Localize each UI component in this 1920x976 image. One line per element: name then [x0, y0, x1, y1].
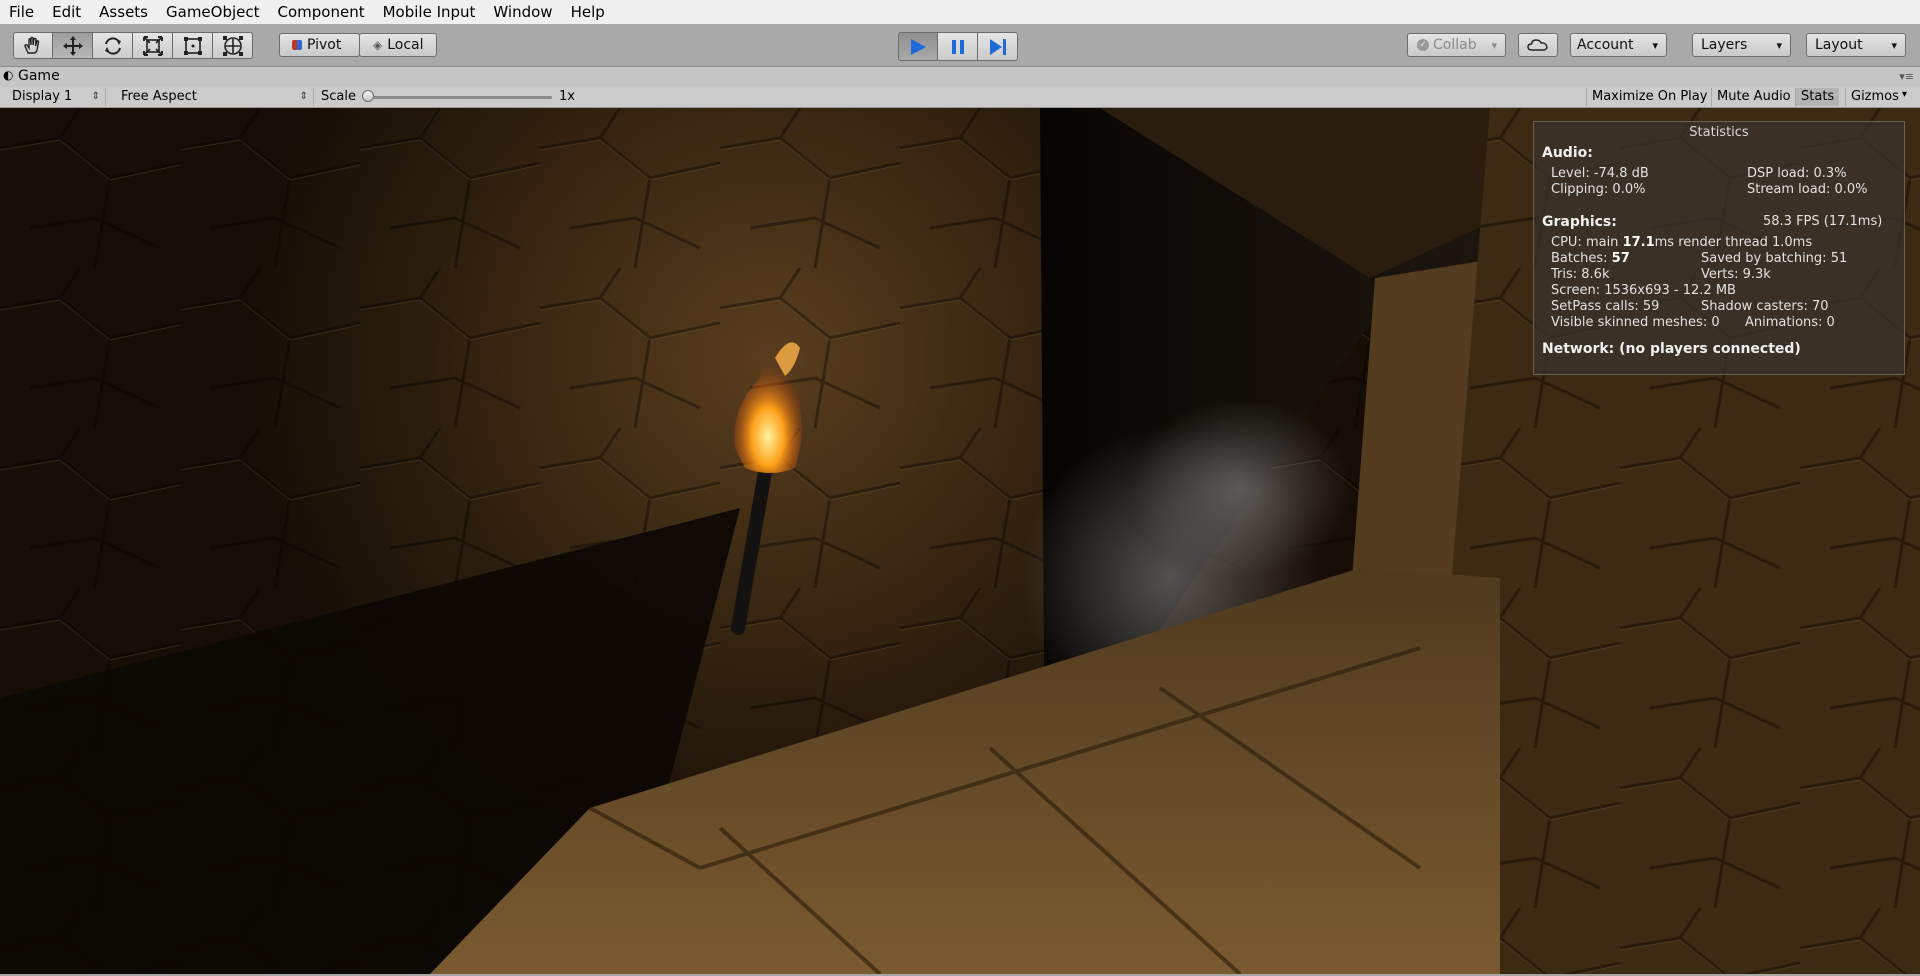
verts-readout: Verts: 9.3k	[1701, 267, 1771, 282]
menu-assets[interactable]: Assets	[90, 0, 157, 24]
scale-slider-track[interactable]	[368, 96, 552, 99]
hand-tool-icon	[24, 36, 40, 54]
menu-bar: File Edit Assets GameObject Component Mo…	[0, 0, 1920, 25]
cpu-prefix: CPU: main	[1551, 235, 1623, 250]
graphics-header: Graphics:	[1542, 214, 1617, 230]
tab-menu-icon[interactable]: ▾≡	[1899, 70, 1914, 83]
batches-readout: Batches: 57	[1551, 251, 1630, 266]
shadow-casters-readout: Shadow casters: 70	[1701, 299, 1829, 314]
mute-audio-toggle[interactable]: Mute Audio	[1711, 88, 1796, 106]
aspect-value: Free Aspect	[121, 89, 197, 104]
cpu-suffix: ms render thread 1.0ms	[1654, 235, 1813, 250]
audio-header: Audio:	[1542, 145, 1593, 161]
display-select[interactable]: Display 1 ⇕	[6, 88, 106, 106]
screen-readout: Screen: 1536x693 - 12.2 MB	[1551, 283, 1736, 298]
fps-readout: 58.3 FPS (17.1ms)	[1763, 214, 1883, 229]
game-tab-title[interactable]: Game	[18, 68, 60, 84]
layout-label: Layout	[1815, 37, 1863, 53]
scale-value: 1x	[559, 89, 575, 104]
play-button[interactable]	[898, 32, 938, 61]
rotate-tool-button[interactable]	[93, 32, 133, 59]
transform-tools	[13, 32, 253, 59]
display-select-arrow-icon: ⇕	[91, 91, 100, 102]
skinned-meshes-readout: Visible skinned meshes: 0	[1551, 315, 1720, 330]
menu-edit[interactable]: Edit	[43, 0, 90, 24]
account-dropdown[interactable]: Account	[1570, 33, 1667, 57]
rect-tool-button[interactable]	[173, 32, 213, 59]
stats-toggle[interactable]: Stats	[1795, 88, 1840, 106]
layout-dropdown[interactable]: Layout	[1806, 33, 1906, 57]
scale-label: Scale	[321, 89, 356, 104]
batches-value: 57	[1611, 251, 1630, 266]
pivot-icon	[292, 40, 302, 50]
statistics-title: Statistics	[1689, 125, 1749, 140]
network-readout: Network: (no players connected)	[1542, 341, 1801, 357]
cpu-main-value: 17.1	[1622, 235, 1655, 250]
local-icon: ◈	[373, 38, 383, 52]
collab-check-icon: ✓	[1417, 39, 1429, 51]
animations-readout: Animations: 0	[1745, 315, 1835, 330]
aspect-select[interactable]: Free Aspect ⇕	[115, 88, 314, 106]
batches-prefix: Batches:	[1551, 251, 1612, 266]
account-label: Account	[1577, 37, 1634, 53]
scale-tool-button[interactable]	[133, 32, 173, 59]
local-button[interactable]: ◈ Local	[359, 33, 437, 57]
display-value: Display 1	[12, 89, 73, 104]
menu-help[interactable]: Help	[562, 0, 614, 24]
game-tab-icon: ◐	[3, 68, 14, 82]
rotate-tool-icon	[104, 36, 121, 55]
layers-label: Layers	[1701, 37, 1748, 53]
local-label: Local	[387, 37, 424, 53]
game-view-toolbar: Display 1 ⇕ Free Aspect ⇕ Scale 1x Maxim…	[0, 87, 1920, 108]
move-tool-icon	[62, 35, 83, 56]
game-tab-header: ◐ Game ▾≡	[0, 67, 1920, 87]
transform-tool-button[interactable]	[213, 32, 253, 59]
tris-readout: Tris: 8.6k	[1551, 267, 1610, 282]
aspect-select-arrow-icon: ⇕	[299, 91, 308, 102]
step-icon	[989, 38, 1006, 55]
stream-load: Stream load: 0.0%	[1747, 182, 1868, 197]
collab-button[interactable]: ✓ Collab	[1407, 33, 1506, 57]
cpu-readout: CPU: main 17.1ms render thread 1.0ms	[1551, 235, 1812, 250]
game-viewport[interactable]: Statistics Audio: Level: -74.8 dB DSP lo…	[0, 108, 1920, 974]
transform-tool-icon	[222, 35, 243, 56]
menu-mobile-input[interactable]: Mobile Input	[374, 0, 485, 24]
menu-gameobject[interactable]: GameObject	[157, 0, 269, 24]
scale-slider-handle[interactable]	[362, 90, 374, 102]
playback-controls	[898, 32, 1018, 61]
menu-component[interactable]: Component	[269, 0, 374, 24]
audio-clipping: Clipping: 0.0%	[1551, 182, 1646, 197]
pivot-button[interactable]: Pivot	[279, 33, 360, 57]
menu-window[interactable]: Window	[484, 0, 561, 24]
pause-button[interactable]	[938, 32, 978, 61]
pivot-label: Pivot	[307, 37, 342, 53]
maximize-on-play-toggle[interactable]: Maximize On Play	[1586, 88, 1712, 106]
hand-tool-button[interactable]	[13, 32, 53, 59]
menu-file[interactable]: File	[0, 0, 43, 24]
rect-tool-icon	[183, 36, 202, 55]
setpass-readout: SetPass calls: 59	[1551, 299, 1660, 314]
pause-icon	[951, 39, 964, 54]
collab-label: Collab	[1433, 37, 1477, 53]
cloud-button[interactable]	[1518, 33, 1558, 57]
audio-level: Level: -74.8 dB	[1551, 166, 1649, 181]
main-toolbar: Pivot ◈ Local ✓ Collab Account Layers La…	[0, 24, 1920, 67]
saved-by-batching: Saved by batching: 51	[1701, 251, 1848, 266]
play-icon	[911, 38, 926, 55]
scale-tool-icon	[142, 35, 163, 56]
cloud-icon	[1527, 39, 1548, 51]
layers-dropdown[interactable]: Layers	[1692, 33, 1791, 57]
gizmos-arrow-icon: ▾	[1902, 89, 1908, 100]
step-button[interactable]	[978, 32, 1018, 61]
move-tool-button[interactable]	[53, 32, 93, 59]
statistics-panel: Statistics Audio: Level: -74.8 dB DSP lo…	[1533, 121, 1905, 375]
dsp-load: DSP load: 0.3%	[1747, 166, 1847, 181]
